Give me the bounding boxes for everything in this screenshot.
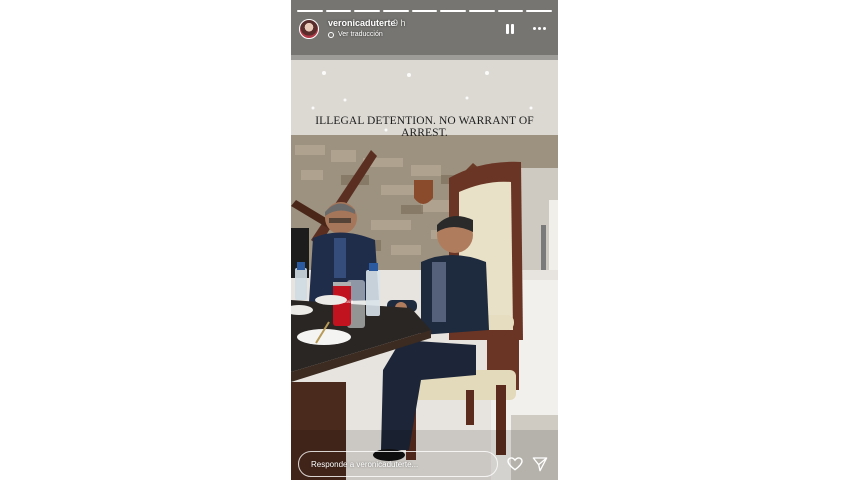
avatar[interactable] bbox=[299, 19, 319, 39]
progress-segment bbox=[526, 10, 553, 12]
story-photo: Coca-Cola bbox=[291, 0, 558, 480]
username-link[interactable]: veronicaduterte bbox=[328, 18, 396, 28]
progress-segment bbox=[354, 10, 381, 12]
progress-segment bbox=[297, 10, 323, 12]
wall-shield bbox=[414, 180, 433, 204]
progress-segment bbox=[440, 10, 467, 12]
man-right-jacket bbox=[421, 255, 489, 335]
post-time: 9 h bbox=[393, 18, 406, 28]
heart-icon[interactable] bbox=[507, 457, 523, 471]
translate-label: Ver traducción bbox=[338, 31, 383, 38]
reply-placeholder: Responde a veronicaduterte... bbox=[311, 460, 419, 469]
progress-segment bbox=[325, 10, 352, 12]
story-progress-bar bbox=[297, 10, 553, 12]
story-header: veronicaduterte 9 h Ver traducción bbox=[297, 17, 550, 43]
story-caption: ILLEGAL DETENTION. NO WARRANT OF ARREST. bbox=[315, 115, 534, 139]
pause-icon[interactable] bbox=[506, 24, 514, 34]
water-bottle-left bbox=[295, 268, 307, 300]
progress-segment bbox=[411, 10, 438, 12]
progress-segment bbox=[497, 10, 524, 12]
progress-segment bbox=[383, 10, 409, 12]
translate-link[interactable]: Ver traducción bbox=[328, 31, 383, 38]
water-bottle-right bbox=[366, 270, 380, 316]
reply-input[interactable]: Responde a veronicaduterte... bbox=[298, 451, 498, 477]
more-options-icon[interactable] bbox=[533, 27, 546, 30]
globe-icon bbox=[328, 31, 334, 38]
story-viewer[interactable]: Coca-Cola veronicaduterte 9 h Ver traduc… bbox=[291, 0, 558, 480]
progress-segment bbox=[469, 10, 495, 12]
send-icon[interactable] bbox=[532, 456, 548, 472]
